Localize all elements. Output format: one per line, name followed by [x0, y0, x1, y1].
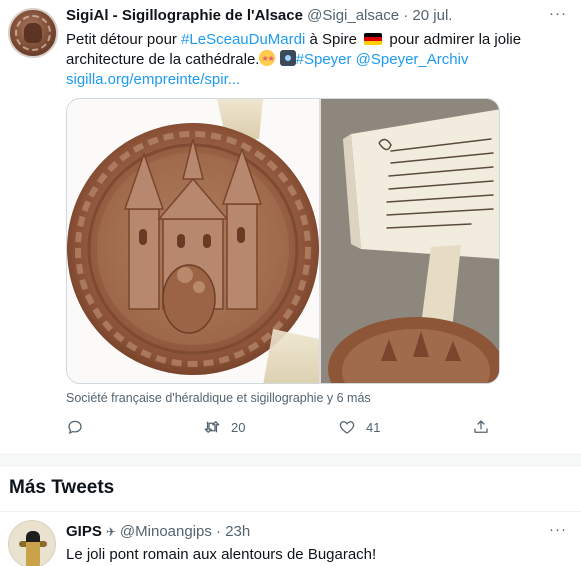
author-handle[interactable]: @Sigi_alsace [307, 7, 399, 24]
media-photo-charter[interactable] [321, 99, 499, 383]
avatar-figure-body [26, 531, 40, 566]
tweet-time[interactable]: 20 jul. [412, 7, 452, 24]
separator-dot: · [403, 7, 409, 24]
tweet-text: Petit détour pour #LeSceauDuMardi à Spir… [66, 30, 571, 90]
german-flag-icon [364, 33, 383, 45]
tweet2-separator-dot: · [216, 523, 222, 540]
hashtag-speyer[interactable]: #Speyer [296, 51, 352, 68]
like-count: 41 [366, 419, 381, 435]
tweet2-author-handle[interactable]: @Minoangips [120, 523, 212, 540]
retweet-count: 20 [231, 419, 246, 435]
media-grid [66, 98, 500, 384]
charter-illustration [321, 99, 499, 383]
tweet2-badge-icon: ✈ [105, 525, 116, 539]
tweet-header: SigiAl - Sigillographie de l'Alsace @Sig… [66, 6, 551, 26]
mention-speyer-archiv[interactable]: @Speyer_Archiv [356, 51, 469, 68]
tweet-actions: 20 41 [66, 416, 536, 438]
more-options-icon[interactable]: ··· [549, 5, 567, 22]
tweet-text-part1: Petit détour pour [66, 31, 182, 48]
tweet2-more-options-icon[interactable]: ··· [549, 521, 567, 538]
media-caption[interactable]: Société française d'héraldique et sigill… [66, 390, 371, 406]
share-icon [474, 420, 488, 433]
seal-core [24, 23, 42, 43]
media-photo-seal[interactable] [67, 99, 319, 383]
tweet2-time[interactable]: 23h [225, 523, 250, 540]
tweet-text-part2: à Spire [305, 31, 362, 48]
tweet2-text: Le joli pont romain aux alentours de Bug… [66, 546, 377, 563]
seal-illustration [67, 99, 319, 383]
heart-icon [339, 421, 355, 434]
camera-icon [279, 50, 296, 66]
author-name[interactable]: SigiAl - Sigillographie de l'Alsace [66, 7, 303, 24]
star-struck-icon [259, 49, 276, 69]
like-button[interactable]: 41 [338, 416, 380, 438]
tweet2-header: GIPS ✈ @Minoangips · 23h [66, 522, 250, 542]
retweet-icon [204, 421, 220, 433]
retweet-button[interactable]: 20 [203, 416, 245, 438]
separator-line [0, 511, 581, 512]
section-divider [0, 454, 581, 466]
reply-icon [68, 420, 82, 435]
tweet2-author-name[interactable]: GIPS [66, 523, 102, 540]
share-button[interactable] [472, 416, 490, 438]
tweet-link[interactable]: sigilla.org/empreinte/spir... [66, 71, 240, 88]
hashtag-lesceaudumardi[interactable]: #LeSceauDuMardi [181, 31, 305, 48]
reply-button[interactable] [66, 416, 94, 438]
more-tweets-heading: Más Tweets [9, 477, 115, 498]
gips-avatar[interactable] [8, 520, 56, 566]
author-avatar[interactable] [8, 8, 58, 58]
tweet[interactable]: SigiAl - Sigillographie de l'Alsace @Sig… [0, 0, 581, 453]
